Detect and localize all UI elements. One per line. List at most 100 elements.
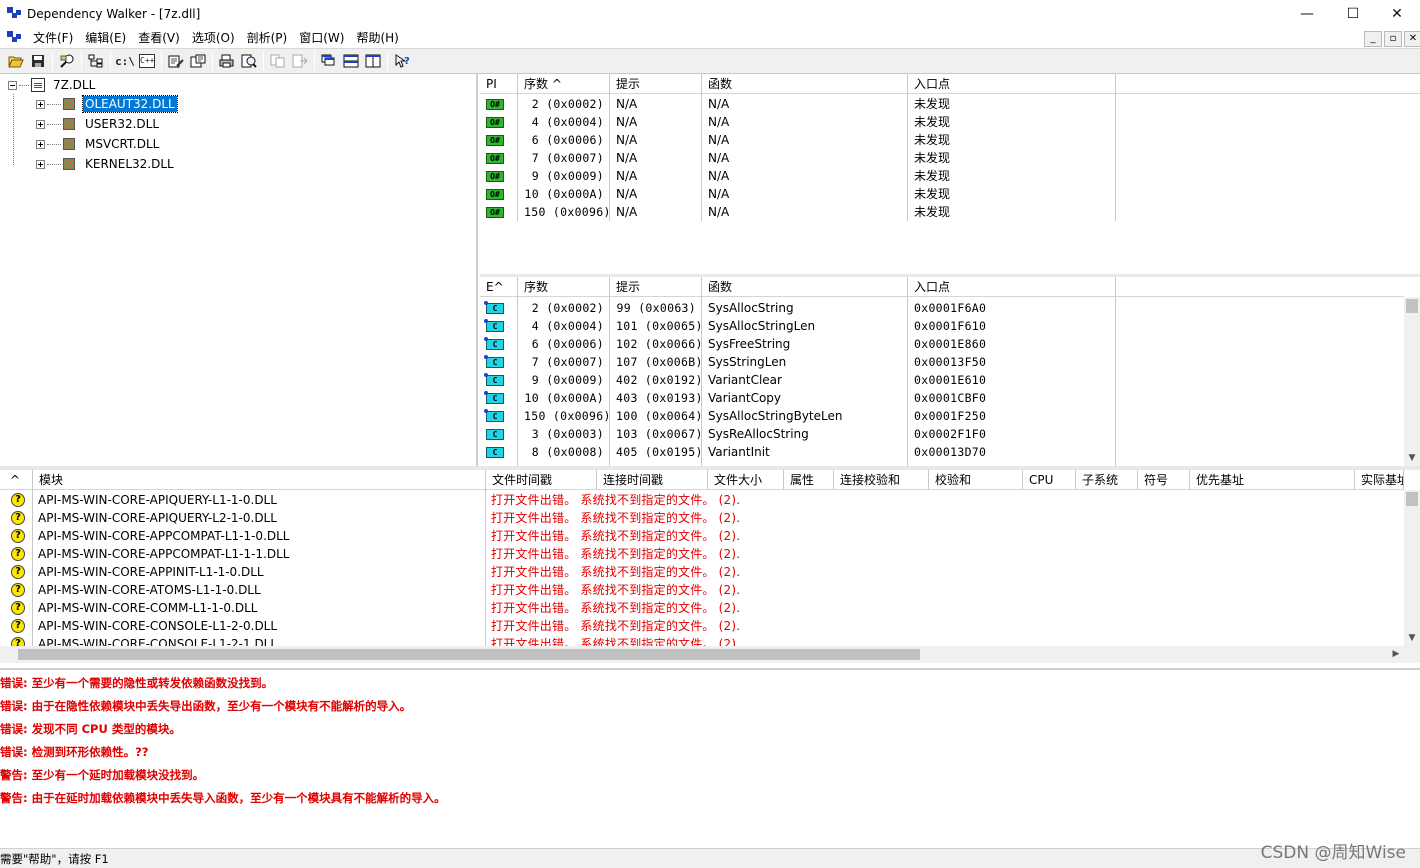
column-header-attributes[interactable]: 属性 [784, 470, 834, 490]
menu-view[interactable]: 查看(V) [132, 28, 186, 48]
column-header-file-timestamp[interactable]: 文件时间戳 [486, 470, 597, 490]
export-row[interactable]: C 150 (0x0096) 100 (0x0064) SysAllocStringB… [480, 407, 1116, 425]
tree-node-msvcrt[interactable]: MSVCRT.DLL [36, 135, 161, 153]
module-row[interactable]: ? API-MS-WIN-CORE-APIQUERY-L2-1-0.DLL 打开文件… [0, 509, 885, 527]
exports-vertical-scrollbar[interactable]: ▼ [1404, 297, 1420, 466]
export-row[interactable]: C 4 (0x0004) 101 (0x0065) SysAllocStringLen… [480, 317, 1116, 335]
full-paths-button[interactable] [85, 50, 107, 72]
tree-node-oleaut32[interactable]: OLEAUT32.DLL [36, 95, 178, 113]
mdi-close-button[interactable]: ✕ [1404, 31, 1420, 47]
scroll-thumb[interactable] [18, 649, 920, 660]
cascade-button[interactable] [318, 50, 340, 72]
column-header-actual-base[interactable]: 实际基址 [1355, 470, 1404, 490]
scroll-thumb[interactable] [1406, 492, 1418, 506]
column-header-ordinal[interactable]: 序数 ^ [518, 74, 610, 94]
menu-edit[interactable]: 编辑(E) [79, 28, 132, 48]
import-row[interactable]: O# 6 (0x0006) N/A N/A 未发现 [480, 131, 1116, 149]
tree-item-label[interactable]: KERNEL32.DLL [83, 156, 176, 172]
menu-profile[interactable]: 剖析(P) [241, 28, 294, 48]
column-header-symbols[interactable]: 符号 [1138, 470, 1190, 490]
expand-toggle[interactable] [36, 99, 45, 109]
scroll-thumb[interactable] [1406, 299, 1418, 313]
column-header-link-timestamp[interactable]: 连接时间戳 [597, 470, 708, 490]
column-header-hint[interactable]: 提示 [610, 277, 702, 297]
properties-button[interactable] [187, 50, 209, 72]
tree-node-kernel32[interactable]: KERNEL32.DLL [36, 155, 176, 173]
column-header-function[interactable]: 函数 [702, 277, 908, 297]
export-row[interactable]: C 2 (0x0002) 99 (0x0063) SysAllocString 0x00… [480, 299, 1116, 317]
column-header-file-size[interactable]: 文件大小 [708, 470, 784, 490]
column-header-function[interactable]: 函数 [702, 74, 908, 94]
import-row[interactable]: O# 9 (0x0009) N/A N/A 未发现 [480, 167, 1116, 185]
maximize-button[interactable]: ☐ [1330, 0, 1376, 28]
column-header-cpu[interactable]: CPU [1023, 470, 1076, 490]
menu-window[interactable]: 窗口(W) [293, 28, 350, 48]
module-row[interactable]: ? API-MS-WIN-CORE-APPCOMPAT-L1-1-1.DLL 打开文… [0, 545, 885, 563]
export-row[interactable]: C 10 (0x000A) 403 (0x0193) VariantCopy 0x000… [480, 389, 1116, 407]
column-header-module[interactable]: 模块 [33, 470, 486, 490]
column-header-hint[interactable]: 提示 [610, 74, 702, 94]
tile-vertical-button[interactable] [362, 50, 384, 72]
module-row[interactable]: ? API-MS-WIN-CORE-CONSOLE-L1-2-0.DLL 打开文件出… [0, 617, 885, 635]
tile-horizontal-button[interactable] [340, 50, 362, 72]
export-row[interactable]: C 9 (0x0009) 402 (0x0192) VariantClear 0x000… [480, 371, 1116, 389]
import-row[interactable]: O# 150 (0x0096) N/A N/A 未发现 [480, 203, 1116, 221]
column-header-sort[interactable]: ^ [0, 470, 33, 490]
column-header-e[interactable]: E^ [480, 277, 518, 297]
module-row[interactable]: ? API-MS-WIN-CORE-APIQUERY-L1-1-0.DLL 打开文件… [0, 491, 885, 509]
close-button[interactable]: ✕ [1374, 0, 1420, 28]
collapse-toggle[interactable] [8, 80, 17, 90]
minimize-button[interactable]: — [1284, 0, 1330, 28]
column-header-entry-point[interactable]: 入口点 [908, 277, 1116, 297]
expand-toggle[interactable] [36, 119, 45, 129]
help-button[interactable]: ? [391, 50, 413, 72]
document-icon[interactable] [7, 31, 21, 45]
save-button[interactable] [27, 50, 49, 72]
column-header-subsystem[interactable]: 子系统 [1076, 470, 1138, 490]
import-row[interactable]: O# 7 (0x0007) N/A N/A 未发现 [480, 149, 1116, 167]
tree-root-label[interactable]: 7Z.DLL [51, 77, 97, 93]
module-row[interactable]: ? API-MS-WIN-CORE-ATOMS-L1-1-0.DLL 打开文件出错。… [0, 581, 885, 599]
import-row[interactable]: O# 4 (0x0004) N/A N/A 未发现 [480, 113, 1116, 131]
module-row[interactable]: ? API-MS-WIN-CORE-APPINIT-L1-1-0.DLL 打开文件出… [0, 563, 885, 581]
export-row[interactable]: C 3 (0x0003) 103 (0x0067) SysReAllocString 0… [480, 425, 1116, 443]
column-header-ordinal[interactable]: 序数 [518, 277, 610, 297]
import-row[interactable]: O# 2 (0x0002) N/A N/A 未发现 [480, 95, 1116, 113]
scroll-down-arrow-icon[interactable]: ▼ [1404, 450, 1420, 466]
column-header-entry-point[interactable]: 入口点 [908, 74, 1116, 94]
tree-node-user32[interactable]: USER32.DLL [36, 115, 161, 133]
scroll-down-arrow-icon[interactable]: ▼ [1404, 630, 1420, 646]
menu-options[interactable]: 选项(O) [186, 28, 241, 48]
scroll-right-arrow-icon[interactable]: ▶ [1388, 646, 1404, 663]
tree-item-label[interactable]: OLEAUT32.DLL [82, 95, 178, 113]
column-header-preferred-base[interactable]: 优先基址 [1190, 470, 1355, 490]
undecorate-button[interactable]: C++ [136, 50, 158, 72]
copy-button[interactable] [267, 50, 289, 72]
edit-button[interactable] [165, 50, 187, 72]
expand-toggle[interactable] [36, 159, 45, 169]
menu-help[interactable]: 帮助(H) [350, 28, 404, 48]
column-header-link-checksum[interactable]: 连接校验和 [834, 470, 929, 490]
print-button[interactable] [216, 50, 238, 72]
expand-toggle[interactable] [36, 139, 45, 149]
tree-item-label[interactable]: MSVCRT.DLL [83, 136, 161, 152]
tree-item-label[interactable]: USER32.DLL [83, 116, 161, 132]
export-row[interactable]: C 8 (0x0008) 405 (0x0195) VariantInit 0x0001… [480, 443, 1116, 461]
export-button[interactable] [289, 50, 311, 72]
mdi-restore-button[interactable]: ▫ [1384, 31, 1402, 47]
mdi-minimize-button[interactable]: _ [1364, 31, 1382, 47]
open-button[interactable] [5, 50, 27, 72]
module-row[interactable]: ? API-MS-WIN-CORE-COMM-L1-1-0.DLL 打开文件出错。 … [0, 599, 885, 617]
modules-vertical-scrollbar[interactable]: ▼ [1404, 490, 1420, 646]
export-row[interactable]: C 7 (0x0007) 107 (0x006B) SysStringLen 0x000… [480, 353, 1116, 371]
menu-file[interactable]: 文件(F) [27, 28, 79, 48]
import-row[interactable]: O# 10 (0x000A) N/A N/A 未发现 [480, 185, 1116, 203]
module-row[interactable]: ? API-MS-WIN-CORE-APPCOMPAT-L1-1-0.DLL 打开文… [0, 527, 885, 545]
tree-node-root[interactable]: 7Z.DLL [8, 76, 97, 94]
column-header-checksum[interactable]: 校验和 [929, 470, 1023, 490]
export-row[interactable]: C 6 (0x0006) 102 (0x0066) SysFreeString 0x00… [480, 335, 1116, 353]
column-header-pi[interactable]: PI [480, 74, 518, 94]
preview-button[interactable] [238, 50, 260, 72]
modules-horizontal-scrollbar[interactable]: ▶ [0, 646, 1404, 663]
c-path-button[interactable]: c:\ [114, 50, 136, 72]
